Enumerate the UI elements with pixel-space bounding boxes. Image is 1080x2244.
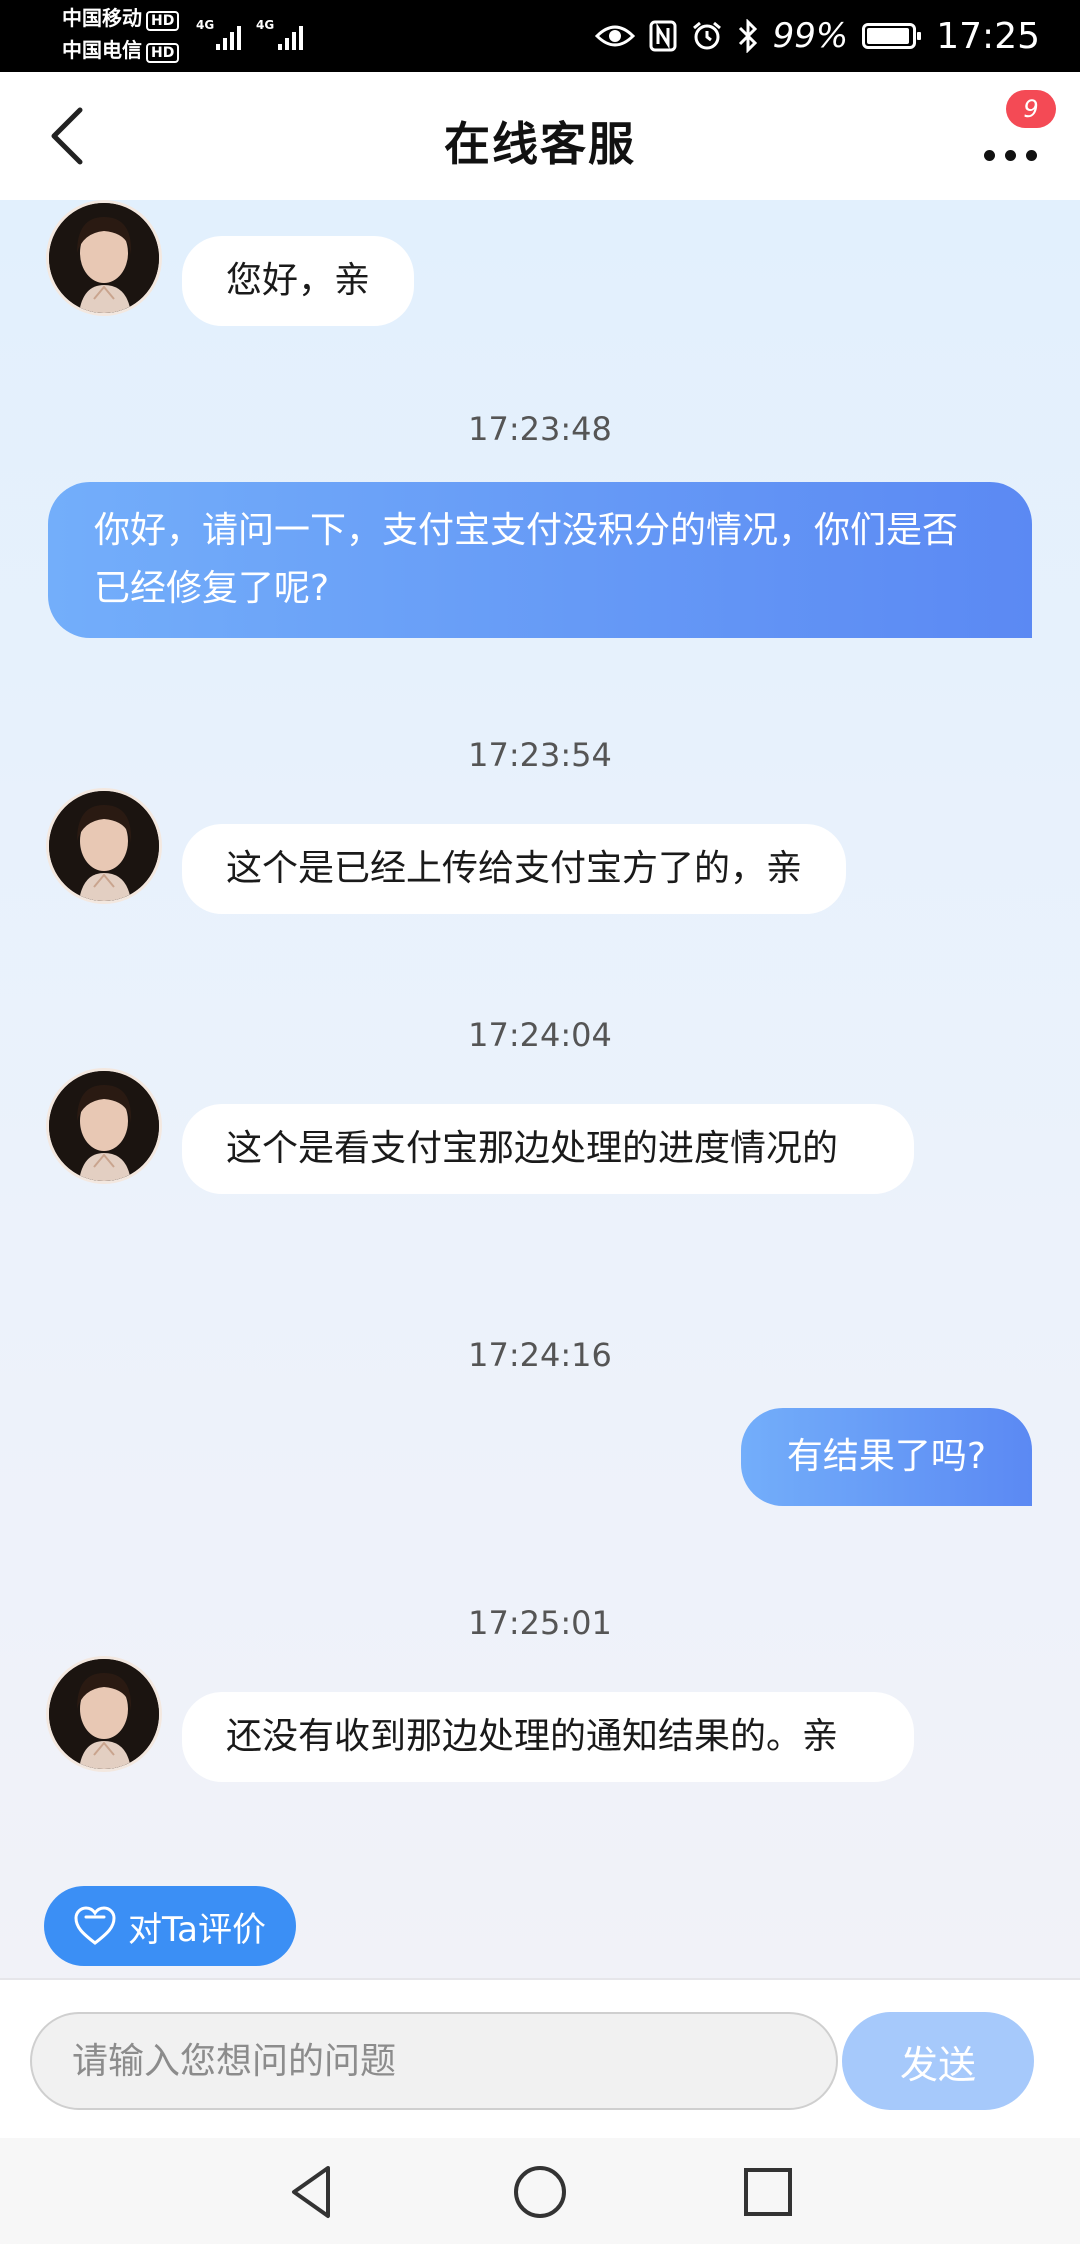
rate-agent-label: 对Ta评价 <box>128 1909 266 1950</box>
agent-avatar[interactable] <box>46 1068 162 1184</box>
hd-badge: HD <box>146 43 180 63</box>
nav-back-button[interactable] <box>280 2160 344 2224</box>
battery-fill <box>867 28 910 44</box>
circle-home-icon <box>514 2166 566 2218</box>
nav-recents-button[interactable] <box>736 2160 800 2224</box>
message-timestamp: 17:23:54 <box>468 736 612 774</box>
signal-strength-icon: 4G 4G <box>196 18 303 50</box>
system-nav-bar <box>0 2138 1080 2244</box>
user-message: 有结果了吗? <box>740 1408 1032 1506</box>
eye-icon <box>594 25 635 47</box>
network-type-1: 4G <box>196 18 214 32</box>
status-bar: 中国移动 HD 中国电信 HD 4G 4G 99% 17:25 <box>0 0 1080 72</box>
agent-message: 这个是已经上传给支付宝方了的，亲 <box>182 824 847 914</box>
message-input-bar: 发送 <box>0 1978 1080 2140</box>
agent-avatar-image <box>49 1659 159 1769</box>
user-message: 你好，请问一下，支付宝支付没积分的情况，你们是否已经修复了呢? <box>48 482 1032 638</box>
carrier-2-name: 中国电信 <box>62 38 142 62</box>
nav-home-button[interactable] <box>508 2160 572 2224</box>
agent-avatar[interactable] <box>46 788 162 904</box>
more-options-button[interactable]: 9 <box>976 90 1056 176</box>
carrier-1: 中国移动 HD <box>62 6 180 31</box>
agent-message: 这个是看支付宝那边处理的进度情况的 <box>182 1104 914 1194</box>
triangle-back-icon <box>292 2166 330 2218</box>
message-timestamp: 17:25:01 <box>468 1604 612 1642</box>
page-title: 在线客服 <box>444 117 636 171</box>
network-type-2: 4G <box>256 18 274 32</box>
rate-agent-button[interactable]: 对Ta评价 <box>44 1886 296 1966</box>
rating-heart-icon <box>74 1906 116 1945</box>
bluetooth-icon <box>738 19 757 53</box>
status-right: 99% 17:25 <box>594 10 1040 62</box>
status-time: 17:25 <box>936 15 1040 57</box>
square-recents-icon <box>744 2168 792 2216</box>
app-header: 在线客服 9 <box>0 72 1080 200</box>
agent-message: 还没有收到那边处理的通知结果的。亲 <box>182 1692 914 1782</box>
message-input[interactable] <box>30 2012 838 2110</box>
hd-badge: HD <box>146 11 180 31</box>
carrier-2: 中国电信 HD <box>62 38 180 63</box>
agent-avatar-image <box>49 1071 159 1181</box>
message-timestamp: 17:24:04 <box>468 1016 612 1054</box>
send-button[interactable]: 发送 <box>842 2012 1034 2110</box>
nfc-icon <box>649 20 677 52</box>
carrier-1-name: 中国移动 <box>62 6 142 30</box>
agent-avatar-image <box>49 203 159 313</box>
agent-avatar-image <box>49 791 159 901</box>
notification-badge: 9 <box>1006 90 1056 128</box>
more-dots-icon <box>984 150 1037 161</box>
agent-avatar[interactable] <box>46 200 162 316</box>
battery-icon <box>862 23 922 49</box>
battery-percent: 99% <box>772 16 849 56</box>
alarm-icon <box>692 21 721 50</box>
message-timestamp: 17:24:16 <box>468 1336 612 1374</box>
agent-avatar[interactable] <box>46 1656 162 1772</box>
chat-area[interactable]: 您好，亲 17:23:48 你好，请问一下，支付宝支付没积分的情况，你们是否已经… <box>0 200 1080 1978</box>
agent-message: 您好，亲 <box>182 236 415 326</box>
message-timestamp: 17:23:48 <box>468 410 612 448</box>
